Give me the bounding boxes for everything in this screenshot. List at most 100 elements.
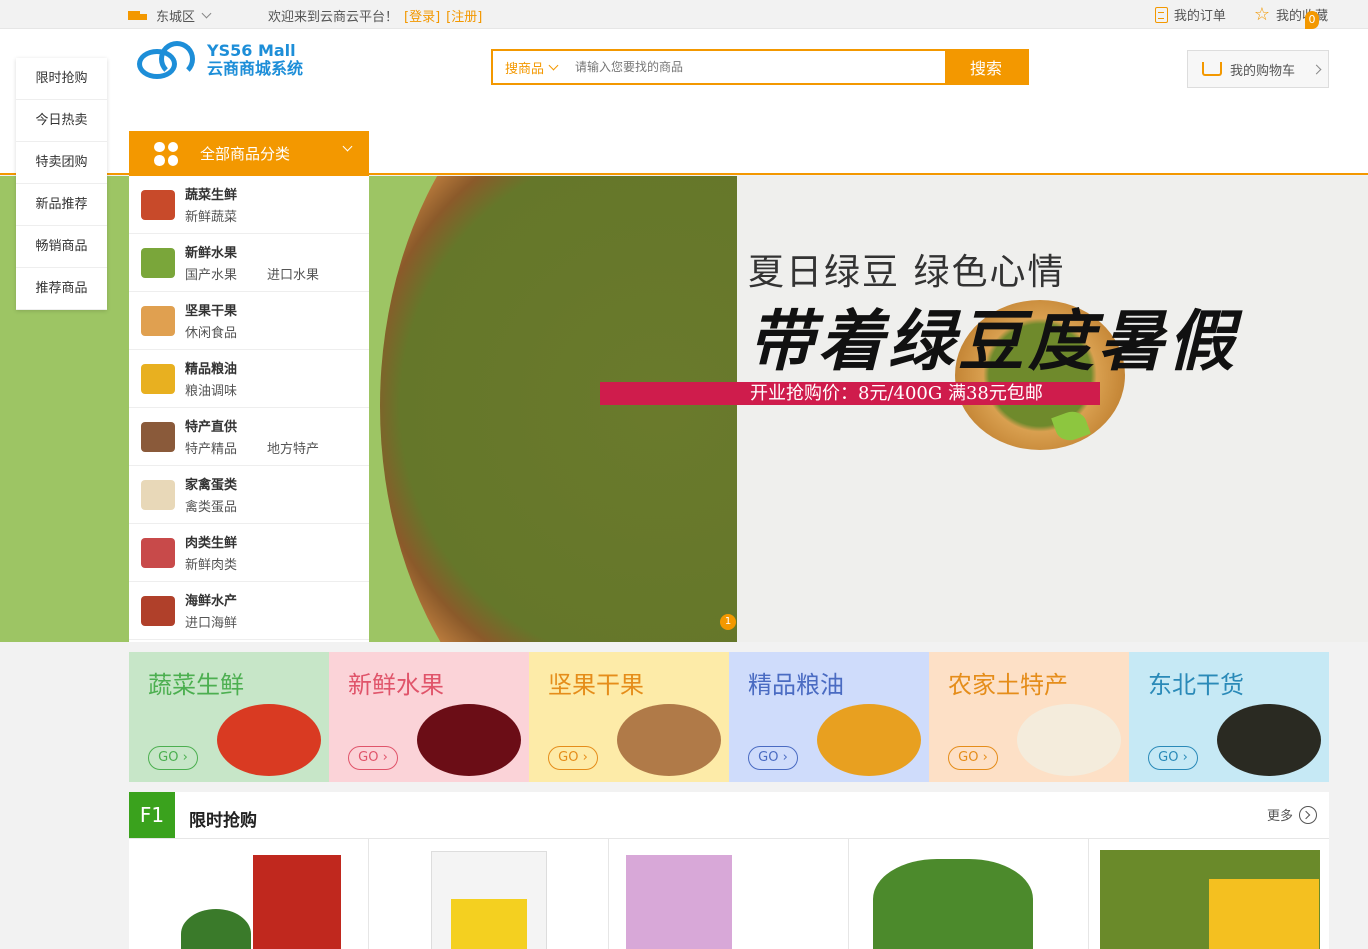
tile-title: 精品粮油 <box>748 671 844 699</box>
tile-go-button[interactable]: GO › <box>348 746 398 770</box>
subcategory-link[interactable]: 进口海鲜 <box>185 612 237 631</box>
subcategory-link[interactable]: 新鲜肉类 <box>185 554 237 573</box>
tile-product-image <box>1217 704 1321 776</box>
category-name: 海鲜水产 <box>185 594 238 609</box>
category-item[interactable]: 海鲜水产 进口海鲜 <box>129 582 369 640</box>
arrow-circle-icon <box>1299 805 1317 824</box>
floor-title: 限时抢购 <box>189 811 257 831</box>
float-menu-item[interactable]: 限时抢购 <box>16 58 107 100</box>
grid-dots-icon <box>154 141 178 166</box>
category-name: 肉类生鲜 <box>185 536 238 551</box>
category-thumbnail <box>141 363 175 394</box>
category-name: 家禽蛋类 <box>185 478 238 493</box>
chevron-down-icon <box>342 141 353 152</box>
subcategory-link[interactable]: 粮油调味 <box>185 380 237 399</box>
subcategory-link[interactable]: 禽类蛋品 <box>185 496 237 515</box>
tile-title: 农家土特产 <box>948 671 1068 699</box>
category-tile[interactable]: 新鲜水果 GO › <box>329 652 529 782</box>
subcategory-link[interactable]: 休闲食品 <box>185 322 237 341</box>
category-tile[interactable]: 精品粮油 GO › <box>729 652 929 782</box>
category-item[interactable]: 特产直供特产精品 地方特产 <box>129 408 369 466</box>
product-row <box>129 839 1329 949</box>
tile-title: 坚果干果 <box>548 671 644 699</box>
banner-title: 带着绿豆度暑假 <box>748 302 1238 380</box>
category-tile[interactable]: 坚果干果 GO › <box>529 652 729 782</box>
product-card[interactable] <box>1089 839 1329 949</box>
category-tile[interactable]: 农家土特产 GO › <box>929 652 1129 782</box>
product-card[interactable] <box>849 839 1089 949</box>
float-menu-item[interactable]: 新品推荐 <box>16 184 107 226</box>
subcategory-link[interactable]: 国产水果 <box>185 264 237 283</box>
site-logo[interactable]: YS56 Mall 云商商城系统 <box>133 39 303 81</box>
shopping-cart-icon <box>1202 62 1222 76</box>
category-list: 蔬菜生鲜新鲜蔬菜新鲜水果国产水果 进口水果坚果干果 休闲食品精品粮油粮油调味特产直供… <box>129 176 369 642</box>
category-item[interactable]: 精品粮油 粮油调味 <box>129 350 369 408</box>
category-name: 精品粮油 <box>185 362 238 377</box>
category-item[interactable]: 蔬菜生鲜 新鲜蔬菜 <box>129 176 369 234</box>
welcome-message: 欢迎来到云商云平台！ [登录] [注册] <box>268 6 482 25</box>
my-orders-link[interactable]: 我的订单 <box>1154 5 1226 24</box>
location-selector[interactable]: 东城区 <box>128 6 212 25</box>
order-document-icon <box>1154 6 1168 23</box>
tile-title: 东北干货 <box>1148 671 1244 699</box>
category-thumbnail <box>141 247 175 278</box>
tile-go-button[interactable]: GO › <box>548 746 598 770</box>
all-categories-button[interactable]: 全部商品分类 <box>129 131 369 176</box>
floor-header: F1 限时抢购 更多 <box>129 792 1329 839</box>
product-card[interactable] <box>369 839 609 949</box>
my-orders-label: 我的订单 <box>1173 9 1226 24</box>
product-card[interactable] <box>129 839 369 949</box>
category-tile[interactable]: 蔬菜生鲜 GO › <box>129 652 329 782</box>
search-scope-dropdown[interactable]: 搜商品 <box>493 51 569 83</box>
tile-go-button[interactable]: GO › <box>748 746 798 770</box>
star-icon: ☆ <box>1253 3 1270 25</box>
subcategory-link[interactable]: 进口水果 <box>267 264 319 283</box>
subcategory-link[interactable]: 新鲜蔬菜 <box>185 206 237 225</box>
cart-button[interactable]: 我的购物车 <box>1187 50 1329 88</box>
tile-go-button[interactable]: GO › <box>1148 746 1198 770</box>
more-label: 更多 <box>1266 809 1293 824</box>
category-tile[interactable]: 东北干货 GO › <box>1129 652 1329 782</box>
category-thumbnail <box>141 479 175 510</box>
location-label: 东城区 <box>156 10 196 25</box>
product-card[interactable] <box>609 839 849 949</box>
tile-product-image <box>217 704 321 776</box>
category-thumbnail <box>141 189 175 220</box>
float-menu-item[interactable]: 推荐商品 <box>16 268 107 310</box>
search-button[interactable]: 搜索 <box>945 51 1027 83</box>
tile-product-image <box>417 704 521 776</box>
float-menu-item[interactable]: 畅销商品 <box>16 226 107 268</box>
category-item[interactable]: 肉类生鲜 新鲜肉类 <box>129 524 369 582</box>
search-scope-label: 搜商品 <box>504 61 544 77</box>
category-name: 特产直供 <box>185 420 238 435</box>
login-link[interactable]: [登录] <box>404 10 440 25</box>
tile-product-image <box>617 704 721 776</box>
category-name: 蔬菜生鲜 <box>185 188 238 203</box>
category-item[interactable]: 新鲜水果国产水果 进口水果 <box>129 234 369 292</box>
register-link[interactable]: [注册] <box>446 10 482 25</box>
category-name: 新鲜水果 <box>185 246 238 261</box>
subcategory-link[interactable]: 地方特产 <box>267 438 319 457</box>
category-thumbnail <box>141 595 175 626</box>
floor-tag: F1 <box>129 792 175 838</box>
product-image <box>873 859 1033 949</box>
search-input[interactable] <box>569 51 945 83</box>
top-bar: 东城区 欢迎来到云商云平台！ [登录] [注册] 我的订单 ☆ 我的收藏 <box>0 0 1368 29</box>
float-menu-item[interactable]: 特卖团购 <box>16 142 107 184</box>
cart-label: 我的购物车 <box>1230 63 1296 79</box>
banner-page-indicator[interactable]: 1 <box>720 614 736 630</box>
category-item[interactable]: 坚果干果 休闲食品 <box>129 292 369 350</box>
more-link[interactable]: 更多 <box>1267 805 1317 824</box>
category-item[interactable]: 家禽蛋类 禽类蛋品 <box>129 466 369 524</box>
chevron-down-icon <box>201 8 212 19</box>
float-menu-item[interactable]: 今日热卖 <box>16 100 107 142</box>
logo-english: YS56 Mall <box>207 41 296 60</box>
tile-go-button[interactable]: GO › <box>948 746 998 770</box>
subcategory-link[interactable]: 特产精品 <box>185 438 237 457</box>
tile-title: 新鲜水果 <box>348 671 444 699</box>
category-thumbnail <box>141 305 175 336</box>
tile-product-image <box>1017 704 1121 776</box>
tile-go-button[interactable]: GO › <box>148 746 198 770</box>
my-favorites-label: 我的收藏 <box>1275 9 1328 24</box>
banner-promo-text: 开业抢购价：8元/400G 满38元包邮 <box>750 383 1043 404</box>
